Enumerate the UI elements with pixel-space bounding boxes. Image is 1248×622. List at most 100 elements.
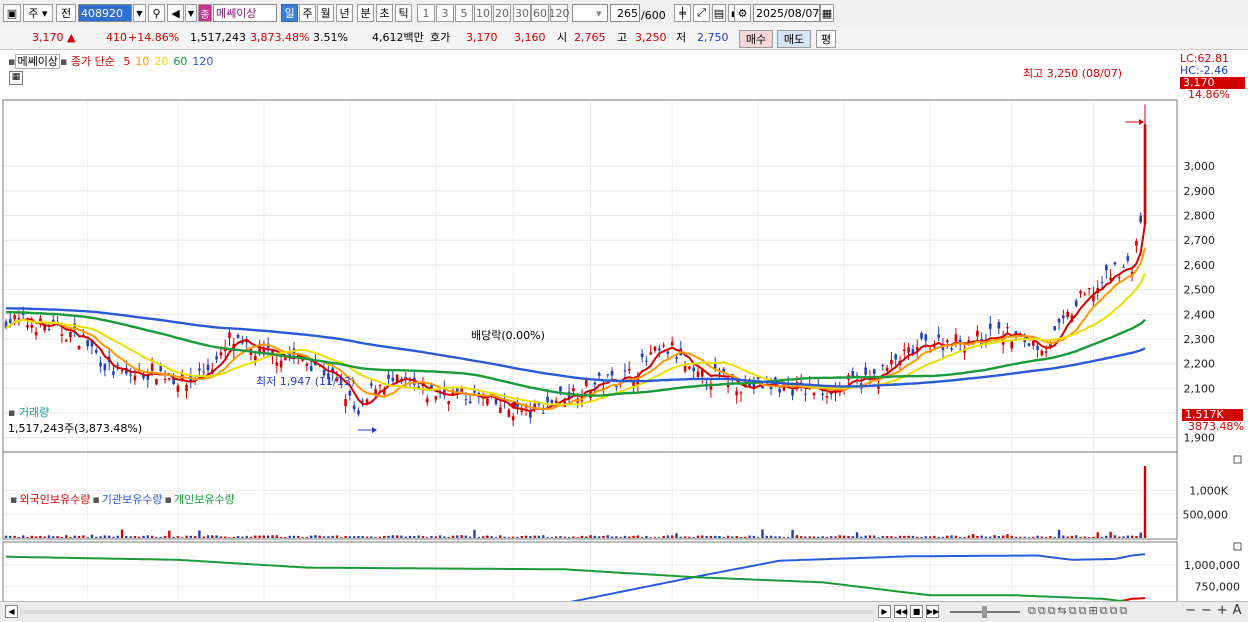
volume-bar-63	[275, 535, 278, 538]
high-label: 고	[617, 31, 628, 44]
period-tab-1[interactable]: 주	[299, 4, 316, 22]
candle-body-142	[615, 385, 618, 387]
interval-button-3[interactable]: 10	[474, 4, 492, 22]
prev-stock-icon[interactable]: ▼	[185, 4, 197, 22]
volume-bar-24	[107, 535, 111, 538]
scope-button[interactable]: 전	[56, 4, 76, 22]
price-tick-2: 2,800	[1184, 210, 1216, 223]
stock-chart[interactable]: 3,000 2,900 2,800 2,700 2,600 2,500 2,400 2,300…	[0, 50, 1248, 602]
period-tab-0[interactable]: 일	[281, 4, 298, 22]
holdings-legend-2[interactable]: 개인보유수량	[174, 493, 235, 506]
interval-button-6[interactable]: 60	[531, 4, 549, 22]
price-panel-name[interactable]: 메쎄이상	[15, 54, 60, 69]
holdings-legend-1[interactable]: 기관보유수량	[102, 493, 163, 506]
zoom-slider-handle[interactable]	[982, 606, 987, 618]
interval-button-7[interactable]: 120	[549, 4, 570, 22]
volume-bar-23	[103, 535, 107, 538]
volume-bar-185	[799, 536, 803, 538]
candle-body-6	[30, 324, 34, 328]
candle-body-261	[1126, 256, 1130, 261]
save-icon[interactable]: ▤	[712, 4, 726, 22]
volume-bar-10	[47, 535, 51, 538]
holdings-legend-0[interactable]: 외국인보유수량	[19, 493, 90, 506]
gear-icon[interactable]: ⚙	[734, 4, 751, 22]
calendar-icon[interactable]: ▦	[820, 4, 834, 22]
volume-bar-52	[228, 537, 231, 538]
candle-body-249	[1074, 300, 1078, 306]
period-tab-2[interactable]: 월	[317, 4, 334, 22]
volume-bar-140	[606, 535, 609, 538]
volume-bar-100	[434, 536, 438, 538]
volume-bar-95	[413, 536, 416, 538]
sell-button[interactable]: 매도	[777, 30, 811, 48]
stock-code-input[interactable]: 408920	[78, 4, 132, 22]
interval-custom-select[interactable]: ▾	[572, 4, 608, 22]
volume-bar-38	[168, 530, 171, 538]
candle-body-3	[17, 318, 21, 320]
volume-bar-159	[688, 536, 691, 538]
fast-forward-icon[interactable]: ▶▶	[926, 605, 939, 618]
volume-bar-11	[52, 536, 55, 538]
candle-style-icon[interactable]: ╪	[674, 4, 691, 22]
candle-body-120	[520, 410, 524, 412]
volume-bar-32	[142, 535, 145, 538]
scroll-left-icon[interactable]: ◀	[5, 605, 18, 618]
stock-name-field[interactable]: 메쎄이상	[213, 4, 277, 22]
speaker-icon[interactable]: ◀	[167, 4, 184, 22]
candle-body-250	[1079, 291, 1082, 294]
volume-bar-14	[64, 535, 68, 538]
period-tab-6[interactable]: 틱	[395, 4, 412, 22]
period-tab-3[interactable]: 년	[336, 4, 353, 22]
candle-body-240	[1036, 345, 1039, 350]
price-tick-5: 2,500	[1184, 284, 1216, 297]
volume-bar-101	[438, 535, 442, 538]
stock-badge: 종	[198, 4, 212, 22]
scroll-right-icon[interactable]: ▶	[878, 605, 891, 618]
candle-body-168	[726, 385, 730, 388]
volume-bar-164	[709, 535, 713, 538]
rewind-icon[interactable]: ◀◀	[894, 605, 907, 618]
volume-bar-117	[507, 537, 511, 538]
low-annotation: 최저 1,947 (11/13)	[256, 375, 356, 388]
volume-bar-165	[713, 535, 717, 538]
stop-icon[interactable]: ■	[910, 605, 923, 618]
chart-type-icon[interactable]: ▣	[3, 4, 21, 22]
volume-bar-216	[933, 535, 936, 538]
candle-body-191	[825, 396, 829, 398]
tool-icons[interactable]: ⧉⧉⧉⇆⧉⧉⊞⧉⧉⧉	[1028, 604, 1129, 618]
market-select[interactable]: 주 ▾	[23, 4, 53, 22]
draw-tool-icon[interactable]: ⤢	[693, 4, 710, 22]
candle-body-241	[1040, 350, 1044, 356]
up-arrow-icon: ▲	[67, 31, 76, 44]
volume-title[interactable]: 거래량	[19, 406, 49, 419]
buy-button[interactable]: 매수	[739, 30, 773, 48]
interval-button-1[interactable]: 3	[436, 4, 454, 22]
volume-bar-177	[765, 535, 768, 538]
zoom-controls[interactable]: −−+A	[1185, 603, 1247, 618]
candle-body-45	[198, 368, 201, 371]
date-input[interactable]: 2025/08/07	[753, 4, 820, 22]
table-icon[interactable]: ▦	[9, 71, 23, 85]
interval-button-5[interactable]: 30	[513, 4, 531, 22]
volume-bar-104	[451, 535, 455, 538]
candle-body-247	[1066, 311, 1069, 317]
panel-frames	[2, 99, 1178, 602]
count-input[interactable]: 265	[610, 4, 640, 22]
period-tab-5[interactable]: 초	[376, 4, 393, 22]
candle-body-15	[69, 332, 72, 338]
volume-bar-29	[129, 536, 132, 538]
count-total: /600	[641, 9, 666, 22]
period-tab-4[interactable]: 분	[357, 4, 374, 22]
interval-button-2[interactable]: 5	[455, 4, 473, 22]
candle-body-38	[168, 378, 171, 380]
scroll-track[interactable]	[20, 610, 875, 614]
code-dropdown-icon[interactable]: ▼	[133, 4, 146, 22]
volume-bar-50	[219, 536, 223, 538]
price-tick-9: 2,100	[1184, 382, 1216, 395]
eval-button[interactable]: 평	[816, 30, 836, 48]
search-icon[interactable]: ⚲	[148, 4, 165, 22]
candle-body-103	[447, 400, 451, 405]
candle-body-207	[894, 354, 898, 360]
interval-button-4[interactable]: 20	[493, 4, 511, 22]
interval-button-0[interactable]: 1	[417, 4, 435, 22]
